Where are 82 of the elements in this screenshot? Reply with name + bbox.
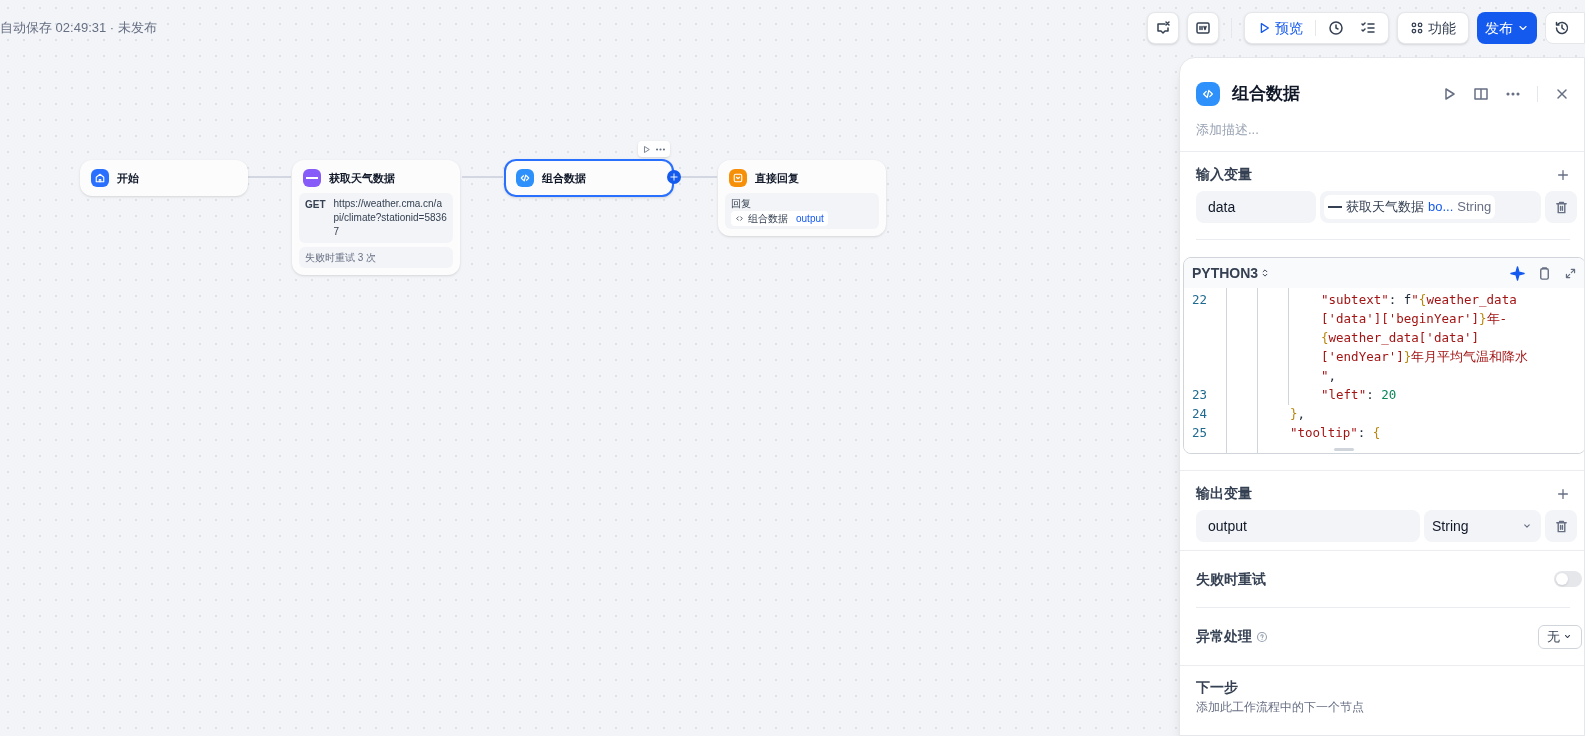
plus-icon bbox=[1556, 167, 1570, 182]
checklist-icon bbox=[1360, 20, 1376, 36]
node-title: 获取天气数据 bbox=[329, 170, 395, 186]
trash-icon bbox=[1553, 199, 1569, 215]
line-number: 22 bbox=[1191, 291, 1209, 310]
features-button[interactable]: 功能 bbox=[1397, 12, 1469, 44]
line-number: 23 bbox=[1191, 386, 1209, 405]
code-line: ", bbox=[1320, 367, 1337, 386]
env-icon bbox=[1195, 20, 1211, 36]
home-icon bbox=[94, 172, 106, 184]
section-title: 下一步 bbox=[1195, 678, 1239, 697]
autosave-status: 自动保存 02:49:31 · 未发布 bbox=[0, 19, 157, 37]
env-button[interactable] bbox=[1187, 12, 1219, 44]
trash-icon bbox=[1553, 518, 1569, 534]
workflow-node[interactable]: 组合数据 bbox=[504, 159, 674, 197]
plus-icon bbox=[669, 172, 679, 182]
line-number: 25 bbox=[1191, 424, 1209, 443]
request-url: https://weather.cma.cn/api/climate?stationid=58367 bbox=[333, 197, 447, 239]
variable-tag: 组合数据 output bbox=[731, 211, 828, 226]
toggle-switch[interactable] bbox=[1554, 571, 1582, 587]
source-variable: bo... bbox=[1428, 198, 1454, 217]
code-line: {weather_data['data'] bbox=[1320, 329, 1480, 348]
comment-off-button[interactable] bbox=[1147, 12, 1179, 44]
variable-source-field[interactable]: 获取天气数据 bo... String bbox=[1320, 191, 1541, 223]
delete-button[interactable] bbox=[1545, 510, 1577, 542]
node-title: 直接回复 bbox=[755, 170, 799, 186]
sparkle-icon bbox=[1510, 265, 1525, 281]
panel-title: 组合数据 bbox=[1232, 83, 1301, 106]
variable-name-field[interactable]: data bbox=[1196, 191, 1316, 223]
scrollbar-thumb bbox=[1334, 448, 1354, 451]
variable-type: String bbox=[1457, 198, 1492, 217]
run-node-button[interactable] bbox=[642, 144, 651, 154]
preview-button[interactable]: 预览 bbox=[1249, 17, 1311, 39]
language-selector[interactable]: PYTHON3 bbox=[1192, 262, 1271, 284]
code-icon bbox=[519, 172, 531, 184]
code-editor[interactable]: PYTHON3 22 "subtext": f"{weather_data ['data']['beginYear']}年- {weather_data['data'] ['endYear']}年月平均气温和降水 ", 23 "left": 20 24 }, 25 "tooltip": { bbox=[1183, 257, 1584, 454]
history-icon bbox=[1554, 20, 1570, 36]
delete-button[interactable] bbox=[1545, 191, 1577, 223]
add-button[interactable] bbox=[1556, 486, 1570, 501]
expand-icon bbox=[1564, 266, 1577, 280]
code-line: ['data']['beginYear']}年- bbox=[1320, 310, 1508, 329]
error-handling-select[interactable]: 无 bbox=[1538, 624, 1582, 649]
add-node-handle[interactable] bbox=[667, 170, 681, 184]
code-line: "subtext": f"{weather_data bbox=[1320, 291, 1517, 310]
description-field[interactable]: 添加描述... bbox=[1196, 119, 1570, 139]
node-title: 开始 bbox=[117, 170, 139, 186]
publish-button[interactable]: 发布 bbox=[1477, 12, 1537, 44]
ai-generate-button[interactable] bbox=[1510, 265, 1525, 281]
setting-label: 失败时重试 bbox=[1196, 569, 1266, 589]
retry-info: 失败时重试 3 次 bbox=[299, 247, 453, 268]
workflow-node[interactable]: 直接回复 回复 组合数据 output bbox=[718, 160, 886, 236]
add-button[interactable] bbox=[1556, 167, 1570, 182]
http-method: GET bbox=[305, 198, 326, 212]
section-title: 输出变量 bbox=[1196, 484, 1252, 503]
grid-icon bbox=[1410, 21, 1424, 35]
code-line: ['endYear']}年月平均气温和降水 bbox=[1320, 348, 1529, 367]
line-number: 24 bbox=[1191, 405, 1209, 424]
code-line: "left": 20 bbox=[1320, 386, 1397, 405]
help-icon bbox=[1256, 630, 1268, 643]
section-description: 添加此工作流程中的下一个节点 bbox=[1195, 699, 1365, 716]
variable-name-field[interactable]: output bbox=[1196, 510, 1420, 542]
code-icon bbox=[735, 214, 744, 223]
node-title: 组合数据 bbox=[542, 170, 586, 186]
comment-off-icon bbox=[1155, 20, 1171, 36]
play-icon bbox=[642, 144, 651, 154]
code-line: }, bbox=[1289, 405, 1306, 424]
plus-icon bbox=[1556, 486, 1570, 501]
copy-button[interactable] bbox=[1537, 265, 1552, 281]
clipboard-icon bbox=[1537, 265, 1552, 281]
code-line: "tooltip": { bbox=[1289, 424, 1381, 443]
source-node-name: 获取天气数据 bbox=[1346, 198, 1424, 217]
answer-label: 回复 bbox=[731, 197, 752, 211]
setting-label: 异常处理 bbox=[1196, 627, 1252, 646]
section-title: 输入变量 bbox=[1196, 165, 1252, 184]
code-icon bbox=[1196, 82, 1220, 106]
close-icon bbox=[1554, 86, 1570, 102]
history-button[interactable] bbox=[1545, 12, 1585, 44]
expand-button[interactable] bbox=[1564, 266, 1577, 280]
type-select[interactable]: String bbox=[1424, 510, 1541, 542]
workflow-node[interactable]: 开始 bbox=[80, 160, 248, 196]
workflow-node[interactable]: 获取天气数据 GET https://weather.cma.cn/api/climate?stationid=58367 失败时重试 3 次 bbox=[292, 160, 460, 275]
close-button[interactable] bbox=[1554, 86, 1570, 102]
